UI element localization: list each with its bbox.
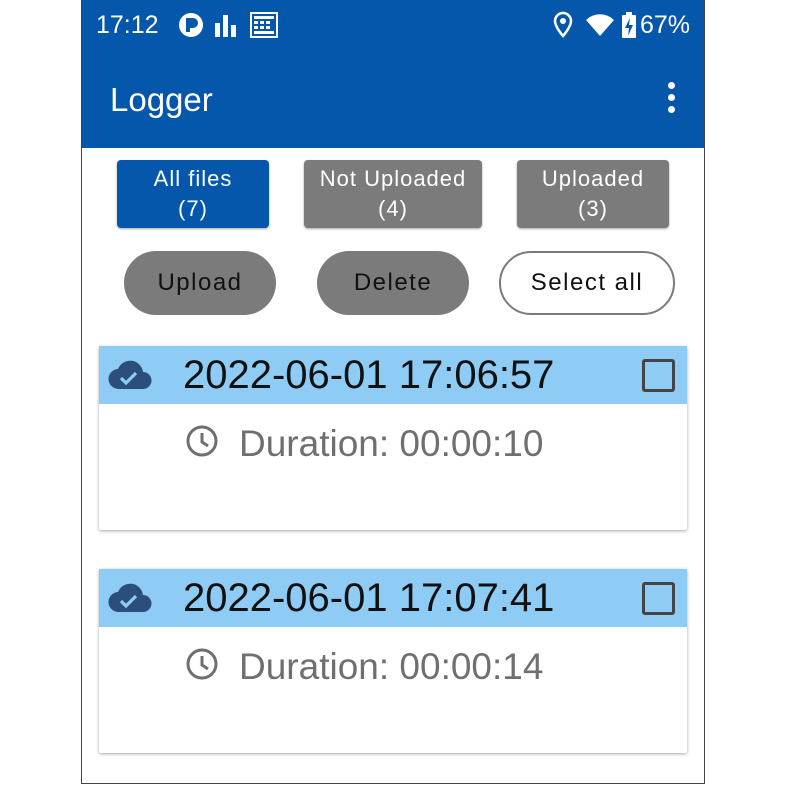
delete-button[interactable]: Delete <box>317 251 469 315</box>
battery-charging-icon <box>621 11 637 44</box>
file-duration: Duration: 00:00:10 <box>239 423 544 464</box>
battery-percent: 67% <box>639 11 690 39</box>
status-time: 17:12 <box>96 11 159 39</box>
status-bar: 17:12 67% <box>82 0 704 50</box>
filter-label: Uploaded <box>541 166 645 191</box>
file-checkbox[interactable] <box>642 582 675 615</box>
filter-label: Not Uploaded <box>319 166 467 191</box>
app-title: Logger <box>110 81 213 118</box>
filter-all-files-button[interactable]: All files (7) <box>117 160 269 228</box>
keyboard-grid-icon <box>250 11 278 44</box>
phone-screen: 17:12 67% Logger All files (7) Not Uploa… <box>81 0 705 784</box>
app-notification-icon <box>177 11 205 44</box>
wifi-icon <box>585 11 615 44</box>
file-card-header: 2022-06-01 17:06:57 <box>99 346 687 404</box>
filter-not-uploaded-button[interactable]: Not Uploaded (4) <box>304 160 482 228</box>
file-timestamp: 2022-06-01 17:06:57 <box>183 353 555 397</box>
select-all-button[interactable]: Select all <box>499 251 675 315</box>
clock-icon <box>185 424 219 463</box>
app-bar: Logger <box>82 50 704 148</box>
filter-count: (4) <box>378 196 408 221</box>
clock-icon <box>185 647 219 686</box>
bar-chart-icon <box>214 11 240 44</box>
filter-uploaded-button[interactable]: Uploaded (3) <box>517 160 669 228</box>
more-vert-icon[interactable] <box>666 82 676 116</box>
filter-label: All files <box>153 166 233 191</box>
location-icon <box>552 11 574 44</box>
file-checkbox[interactable] <box>642 359 675 392</box>
upload-button[interactable]: Upload <box>124 251 276 315</box>
filter-count: (3) <box>578 196 608 221</box>
file-timestamp: 2022-06-01 17:07:41 <box>183 576 555 620</box>
file-duration: Duration: 00:00:14 <box>239 646 544 687</box>
filter-count: (7) <box>178 196 208 221</box>
file-card[interactable]: 2022-06-01 17:07:41 Duration: 00:00:14 <box>99 569 687 753</box>
file-card[interactable]: 2022-06-01 17:06:57 Duration: 00:00:10 <box>99 346 687 530</box>
cloud-done-icon <box>108 360 152 395</box>
cloud-done-icon <box>108 583 152 618</box>
file-card-header: 2022-06-01 17:07:41 <box>99 569 687 627</box>
